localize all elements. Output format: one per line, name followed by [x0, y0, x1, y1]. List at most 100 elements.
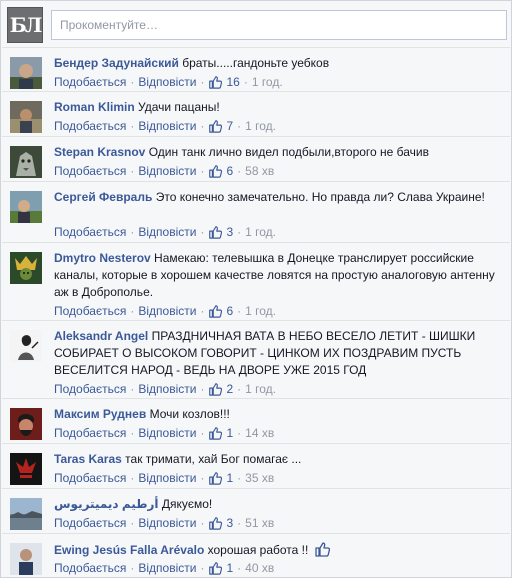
- reply-link[interactable]: Відповісти: [138, 164, 196, 178]
- avatar[interactable]: [10, 408, 42, 440]
- like-count-value: 6: [226, 164, 234, 178]
- reply-link[interactable]: Відповісти: [138, 516, 196, 530]
- comment-author[interactable]: Максим Руднев: [54, 407, 146, 421]
- comments-widget: БЛ Бендер Задунайский браты.....гандоньт…: [0, 0, 512, 578]
- like-link[interactable]: Подобається: [54, 119, 126, 133]
- like-link[interactable]: Подобається: [54, 164, 126, 178]
- separator: ·: [237, 382, 242, 396]
- like-count[interactable]: 1: [208, 426, 233, 440]
- comment-body: Stepan Krasnov Один танк лично видел под…: [54, 144, 500, 161]
- timestamp[interactable]: 1 год.: [245, 225, 276, 239]
- comment-actions: Подобається · Відповісти · 2 · 1 год.: [54, 382, 276, 396]
- comment-item: Сергей Февраль Это конечно замечательно.…: [2, 181, 510, 242]
- reply-link[interactable]: Відповісти: [138, 382, 196, 396]
- avatar[interactable]: [10, 146, 42, 178]
- reply-link[interactable]: Відповісти: [138, 75, 196, 89]
- reply-link[interactable]: Відповісти: [138, 426, 196, 440]
- reply-link[interactable]: Відповісти: [138, 304, 196, 318]
- comment-author[interactable]: أرطيم ديميتريوس: [54, 497, 159, 511]
- like-count[interactable]: 1: [208, 471, 233, 485]
- comment-text: Один танк лично видел подбыли,второго не…: [148, 145, 430, 159]
- avatar[interactable]: [10, 191, 42, 223]
- comment-text: Мочи козлов!!!: [149, 407, 230, 421]
- like-count[interactable]: 3: [208, 516, 233, 530]
- separator: ·: [237, 225, 242, 239]
- separator: ·: [130, 471, 135, 485]
- separator: ·: [200, 75, 205, 89]
- comment-body: Taras Karas так тримати, хай Бог помагає…: [54, 451, 500, 468]
- separator: ·: [130, 225, 135, 239]
- like-count-value: 16: [226, 75, 240, 89]
- comment-author[interactable]: Ewing Jesús Falla Arévalo: [54, 543, 204, 557]
- separator: ·: [237, 426, 242, 440]
- site-logo: БЛ: [7, 7, 43, 43]
- comment-author[interactable]: Dmytro Nesterov: [54, 251, 151, 265]
- like-count[interactable]: 6: [208, 164, 233, 178]
- like-link[interactable]: Подобається: [54, 225, 126, 239]
- like-link[interactable]: Подобається: [54, 516, 126, 530]
- comment-body: Сергей Февраль Это конечно замечательно.…: [54, 189, 500, 206]
- separator: ·: [200, 225, 205, 239]
- comment-actions: Подобається · Відповісти · 3 · 51 хв: [54, 516, 274, 530]
- like-count[interactable]: 16: [208, 75, 240, 89]
- comment-author[interactable]: Aleksandr Angel: [54, 329, 148, 343]
- like-link[interactable]: Подобається: [54, 382, 126, 396]
- like-count-value: 2: [226, 382, 234, 396]
- timestamp[interactable]: 40 хв: [245, 561, 274, 575]
- separator: ·: [237, 119, 242, 133]
- comment-actions: Подобається · Відповісти · 1 · 14 хв: [54, 426, 274, 440]
- like-link[interactable]: Подобається: [54, 426, 126, 440]
- like-count[interactable]: 6: [208, 304, 233, 318]
- comment-body: Aleksandr Angel ПРАЗДНИЧНАЯ ВАТА В НЕБО …: [54, 328, 500, 379]
- like-count-value: 6: [226, 304, 234, 318]
- separator: ·: [130, 516, 135, 530]
- comment-item: Stepan Krasnov Один танк лично видел под…: [2, 136, 510, 181]
- timestamp[interactable]: 1 год.: [252, 75, 283, 89]
- reply-link[interactable]: Відповісти: [138, 471, 196, 485]
- like-count[interactable]: 3: [208, 225, 233, 239]
- comment-item: Aleksandr Angel ПРАЗДНИЧНАЯ ВАТА В НЕБО …: [2, 320, 510, 398]
- separator: ·: [237, 471, 242, 485]
- timestamp[interactable]: 51 хв: [245, 516, 274, 530]
- reply-link[interactable]: Відповісти: [138, 119, 196, 133]
- reply-link[interactable]: Відповісти: [138, 225, 196, 239]
- comment-actions: Подобається · Відповісти · 1 · 35 хв: [54, 471, 274, 485]
- avatar[interactable]: [10, 252, 42, 284]
- thumbs-up-icon: [209, 76, 223, 89]
- avatar[interactable]: [10, 543, 42, 575]
- like-count-value: 3: [226, 516, 234, 530]
- avatar[interactable]: [10, 101, 42, 133]
- separator: ·: [237, 164, 242, 178]
- comment-author[interactable]: Roman Klimin: [54, 100, 135, 114]
- timestamp[interactable]: 35 хв: [245, 471, 274, 485]
- avatar[interactable]: [10, 498, 42, 530]
- timestamp[interactable]: 14 хв: [245, 426, 274, 440]
- comment-author[interactable]: Taras Karas: [54, 452, 122, 466]
- like-link[interactable]: Подобається: [54, 304, 126, 318]
- like-count[interactable]: 1: [208, 561, 233, 575]
- timestamp[interactable]: 1 год.: [245, 304, 276, 318]
- like-link[interactable]: Подобається: [54, 75, 126, 89]
- like-count-value: 1: [226, 471, 234, 485]
- avatar[interactable]: [10, 57, 42, 89]
- comment-author[interactable]: Бендер Задунайский: [54, 56, 179, 70]
- like-link[interactable]: Подобається: [54, 561, 126, 575]
- reply-link[interactable]: Відповісти: [138, 561, 196, 575]
- like-count[interactable]: 7: [208, 119, 233, 133]
- like-count[interactable]: 2: [208, 382, 233, 396]
- timestamp[interactable]: 1 год.: [245, 382, 276, 396]
- avatar[interactable]: [10, 453, 42, 485]
- comment-author[interactable]: Stepan Krasnov: [54, 145, 145, 159]
- separator: ·: [200, 382, 205, 396]
- separator: ·: [200, 426, 205, 440]
- thumbs-up-icon: [209, 226, 223, 239]
- comment-text: так тримати, хай Бог помагає ...: [125, 452, 302, 466]
- like-link[interactable]: Подобається: [54, 471, 126, 485]
- comment-input[interactable]: [51, 10, 507, 40]
- timestamp[interactable]: 58 хв: [245, 164, 274, 178]
- timestamp[interactable]: 1 год.: [245, 119, 276, 133]
- like-button-icon[interactable]: [314, 541, 330, 557]
- separator: ·: [130, 382, 135, 396]
- avatar[interactable]: [10, 330, 42, 362]
- comment-author[interactable]: Сергей Февраль: [54, 190, 152, 204]
